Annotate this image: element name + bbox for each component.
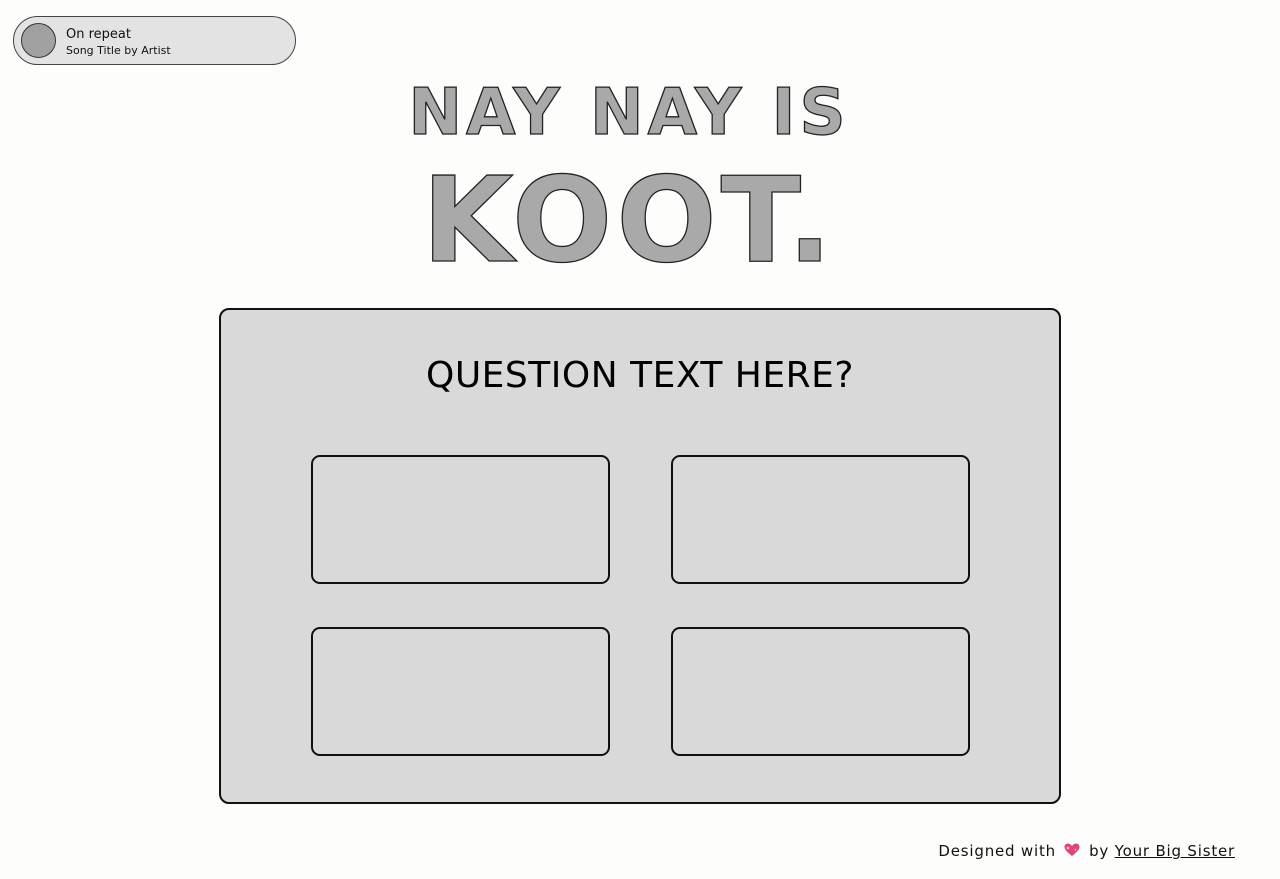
album-disc-icon — [21, 23, 56, 58]
question-card: QUESTION TEXT HERE? — [219, 308, 1061, 804]
question-text: QUESTION TEXT HERE? — [426, 355, 854, 396]
footer-credit: Designed with by Your Big Sister — [938, 841, 1235, 861]
now-playing-label: On repeat — [66, 27, 131, 42]
footer-by: by — [1089, 842, 1110, 860]
sparkling-heart-icon — [1064, 843, 1080, 856]
footer-designed-with: Designed with — [938, 842, 1056, 860]
answer-option-3[interactable] — [311, 627, 610, 756]
title-line-1: NAY NAY IS — [408, 76, 849, 150]
answer-option-4[interactable] — [671, 627, 970, 756]
author-link[interactable]: Your Big Sister — [1115, 842, 1235, 860]
title-line-2: KOOT. — [422, 151, 836, 289]
answer-option-1[interactable] — [311, 455, 610, 584]
song-title: Song Title by Artist — [66, 44, 171, 57]
answer-option-2[interactable] — [671, 455, 970, 584]
now-playing-widget[interactable]: On repeat Song Title by Artist — [13, 16, 296, 65]
